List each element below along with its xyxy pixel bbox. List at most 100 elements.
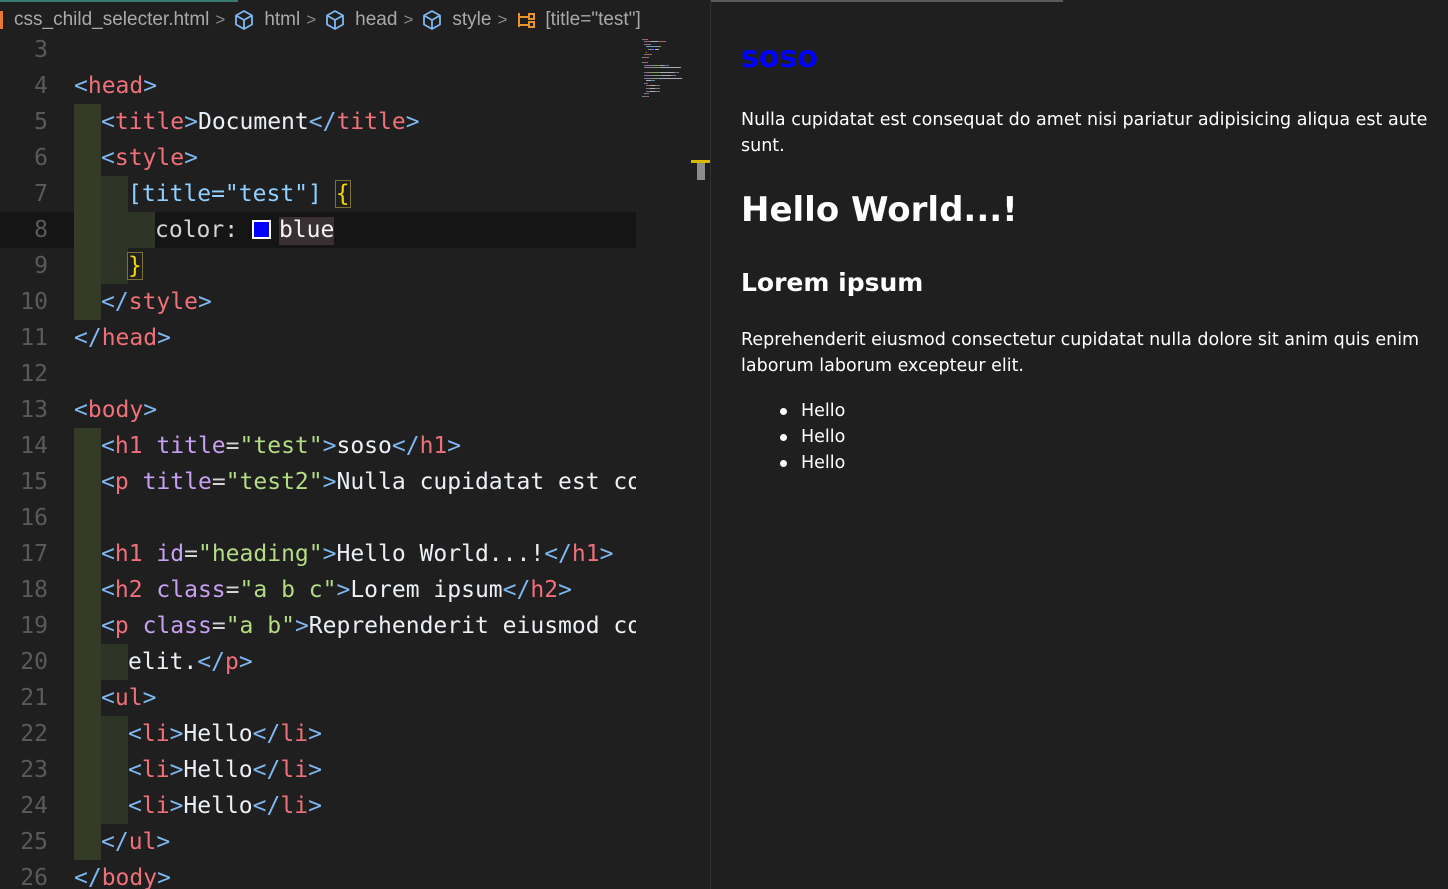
code-bracket: < (74, 73, 88, 99)
code-editor[interactable]: css_child_selecter.html > html > head > … (0, 0, 710, 889)
code-line[interactable]: 24 <li>Hello</li> (0, 788, 636, 824)
minimap-stroke (650, 43, 651, 45)
code-attribute: class (156, 577, 226, 603)
minimap-stroke (651, 72, 659, 74)
active-tab-indicator (0, 0, 238, 2)
indent-guide (74, 284, 101, 320)
element-cube-icon (326, 10, 345, 30)
line-number: 12 (20, 361, 48, 387)
code-bracket: < (128, 721, 142, 747)
code-line[interactable]: 8 color: blue (0, 212, 636, 248)
code-line[interactable]: 10 </style> (0, 284, 636, 320)
code-line[interactable]: 16 (0, 500, 636, 536)
code-line[interactable]: 26 </body> (0, 860, 636, 889)
code-line[interactable]: 19 <p class="a b">Reprehenderit eiusmod c… (0, 608, 636, 644)
code-line[interactable]: 9} (0, 248, 636, 284)
code-line[interactable]: 5 <title>Document</title> (0, 104, 636, 140)
code-bracket: > (169, 793, 184, 819)
code-line[interactable]: 6 <style> (0, 140, 636, 176)
indent-guide (101, 644, 128, 680)
code-bracket: > (558, 577, 572, 603)
breadcrumb-item-selector[interactable]: [title="test"] (515, 9, 641, 31)
code-brace: { (334, 180, 351, 208)
code-punctuation (143, 433, 157, 459)
code-attribute: title (156, 433, 226, 459)
code-line[interactable]: 13 <body> (0, 392, 636, 428)
code-line[interactable]: 21 <ul> (0, 680, 636, 716)
code-tag-name: p (224, 649, 239, 675)
code-line-content: <head> (74, 68, 157, 104)
code-line[interactable]: 11 </head> (0, 320, 636, 356)
minimap-stroke (661, 75, 671, 76)
line-number: 11 (20, 325, 48, 351)
preview-paragraph-1: Nulla cupidatat est consequat do amet ni… (741, 110, 1428, 156)
code-line[interactable]: 14 <h1 title="test">soso</h1> (0, 428, 636, 464)
code-line[interactable]: 15 <p title="test2">Nulla cupidatat est c… (0, 464, 636, 500)
indent-guide (74, 752, 101, 788)
breadcrumb-item-html[interactable]: html (233, 9, 300, 31)
code-bracket: </ (502, 577, 531, 603)
minimap-stroke (651, 41, 658, 43)
code-line[interactable]: 20 elit.</p> (0, 644, 636, 680)
code-line[interactable]: 18 <h2 class="a b c">Lorem ipsum</h2> (0, 572, 636, 608)
code-line[interactable]: 7 [title="test"] { (0, 176, 636, 212)
minimap-stroke (660, 67, 681, 69)
minimap-stroke (646, 46, 660, 48)
code-line-content: <h1 id="heading">Hello World...!</h1> (101, 536, 613, 572)
code-bracket: </ (544, 541, 572, 567)
code-line[interactable]: 4 <head> (0, 68, 636, 104)
list-item: Hello (741, 450, 845, 476)
minimap-stroke (659, 77, 682, 79)
preview-paragraph-2: Reprehenderit eiusmod consectetur cupida… (741, 330, 1420, 376)
indent-guide (101, 176, 128, 212)
code-line[interactable]: 23 <li>Hello</li> (0, 752, 636, 788)
code-text: Lorem ipsum (350, 577, 503, 603)
code-tag-name: li (141, 757, 170, 783)
code-punctuation (143, 577, 157, 603)
code-tag-name: li (141, 721, 170, 747)
code-text: elit. (128, 649, 198, 675)
code-bracket: > (143, 397, 158, 423)
code-bracket: </ (252, 757, 281, 783)
code-line[interactable]: 12 (0, 356, 636, 392)
element-cube-icon (235, 10, 254, 30)
code-line-content: } (127, 248, 143, 284)
color-swatch-icon[interactable] (251, 220, 271, 239)
chevron-right-icon: > (497, 10, 508, 29)
breadcrumb-item-head[interactable]: head (324, 9, 397, 31)
overview-ruler-marker (691, 160, 710, 180)
line-number: 6 (34, 145, 48, 171)
breadcrumb-item-label: html (264, 9, 301, 30)
breadcrumb-item-style[interactable]: style (421, 9, 491, 31)
code-line[interactable]: 25 </ul> (0, 824, 636, 860)
code-line-content: [title="test"] { (128, 176, 351, 212)
indent-guide (101, 248, 128, 284)
code-punctuation (129, 469, 143, 495)
code-bracket: < (101, 433, 115, 459)
chevron-right-icon: > (215, 10, 226, 29)
code-bracket: < (101, 145, 115, 171)
code-area[interactable]: 3 4 <head> 5 <title>Document</title> 6 < style >… (0, 32, 636, 889)
code-line[interactable]: 3 (0, 32, 636, 68)
code-punctuation (129, 613, 143, 639)
code-tag-name: style (128, 289, 198, 315)
minimap-stroke (646, 51, 647, 53)
code-line[interactable]: 22 <li>Hello</li> (0, 716, 636, 752)
indent-guide (74, 176, 101, 212)
code-tag-name: h1 (114, 433, 143, 459)
breadcrumb-file[interactable]: css_child_selecter.html (0, 9, 209, 31)
code-line-content: <body> (74, 392, 157, 428)
code-line[interactable]: 17 <h1 id="heading">Hello World...!</h1> (0, 536, 636, 572)
preview-h2: Lorem ipsum (741, 268, 924, 297)
minimap-stroke (678, 72, 679, 74)
indent-guide (101, 716, 128, 752)
code-tag-name: li (280, 721, 309, 747)
code-bracket: < (101, 685, 115, 711)
code-bracket: > (322, 541, 337, 567)
indent-guide (74, 536, 101, 572)
minimap-stroke (647, 82, 648, 84)
chevron-right-icon: > (306, 10, 317, 29)
code-line-content: <li>Hello</li> (128, 716, 322, 752)
code-tag-name: li (280, 757, 309, 783)
code-bracket: < (101, 109, 115, 135)
